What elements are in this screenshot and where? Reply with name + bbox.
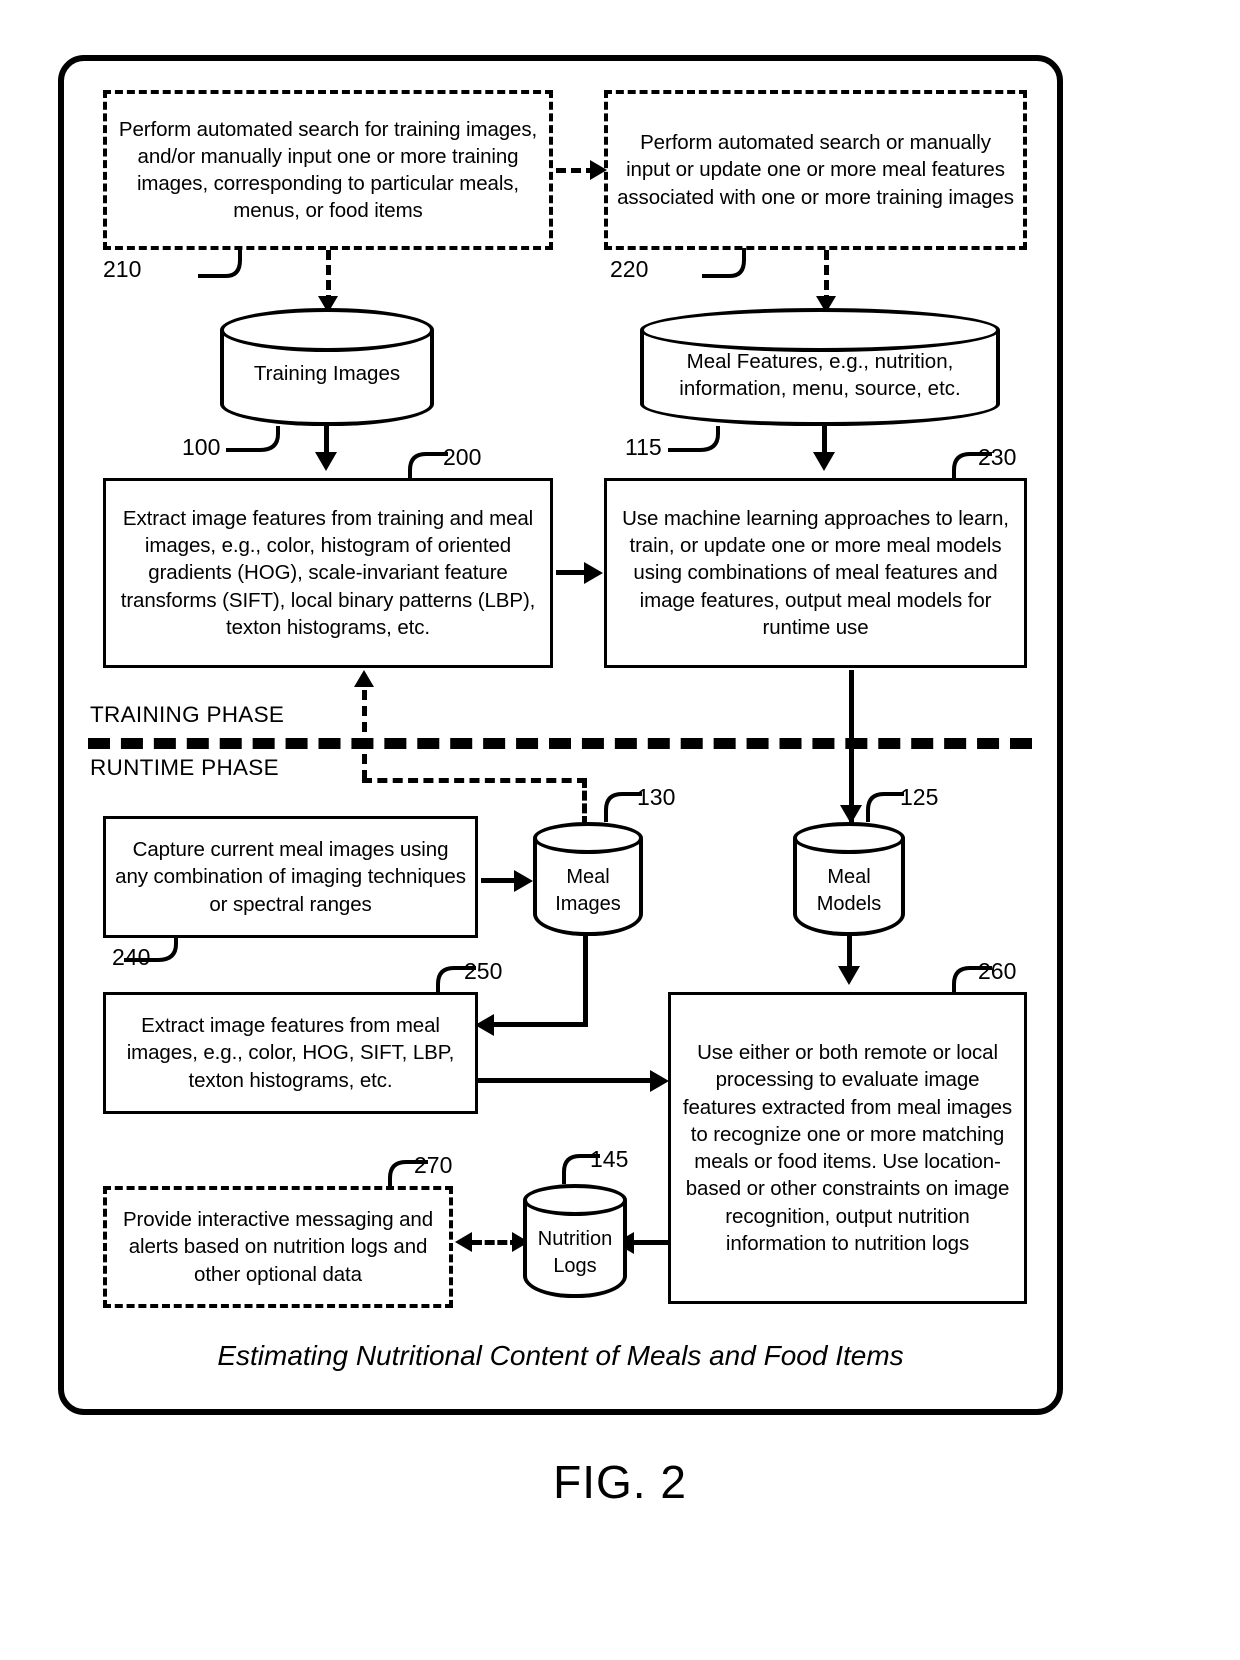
reference-numeral-130: 130 [637,784,676,810]
reference-numeral-220: 220 [610,256,649,282]
process-block-210[interactable]: Perform automated search for training im… [103,90,553,250]
datastore-meal-features-label: Meal Features, e.g., nutrition, informat… [679,350,961,401]
process-block-200-text: Extract image features from training and… [120,506,536,639]
arrowhead-meal-models-to-260 [838,966,860,985]
process-block-220[interactable]: Perform automated search or manually inp… [604,90,1027,250]
leader-line-210 [198,248,242,278]
arrowhead-training-images-to-200 [315,452,337,471]
training-phase-label: TRAINING PHASE [90,702,285,727]
process-block-220-text: Perform automated search or manually inp… [617,131,1014,209]
process-block-270[interactable]: Provide interactive messaging and alerts… [103,1186,453,1308]
datastore-meal-images-label: Meal Images [555,866,621,915]
reference-numeral-250: 250 [464,958,503,984]
datastore-meal-images[interactable]: Meal Images [533,822,643,940]
process-block-230[interactable]: Use machine learning approaches to learn… [604,478,1027,668]
connector-250-to-260 [478,1078,661,1083]
runtime-phase-label: RUNTIME PHASE [90,755,279,780]
process-block-270-text: Provide interactive messaging and alerts… [122,1208,434,1286]
process-block-250-text: Extract image features from meal images,… [126,1014,455,1092]
arrowhead-to-270 [455,1232,472,1252]
connector-meal-images-to-250-horizontal [492,1022,588,1027]
datastore-nutrition-logs[interactable]: Nutrition Logs [523,1184,627,1302]
reference-numeral-260: 260 [978,958,1017,984]
process-block-240-text: Capture current meal images using any co… [115,838,466,916]
process-block-260-text: Use either or both remote or local proce… [682,1041,1013,1255]
datastore-meal-features[interactable]: Meal Features, e.g., nutrition, informat… [640,308,1000,428]
cylinder-top-ellipse [220,308,434,352]
feedback-meal-images-horizontal [362,778,587,783]
arrowhead-meal-features-to-230 [813,452,835,471]
datastore-training-images-label: Training Images [253,362,401,385]
reference-numeral-270: 270 [414,1152,453,1178]
leader-line-220 [702,248,746,278]
process-block-200[interactable]: Extract image features from training and… [103,478,553,668]
reference-numeral-125: 125 [900,784,939,810]
leader-line-100 [226,426,280,452]
reference-numeral-200: 200 [443,444,482,470]
reference-numeral-210: 210 [103,256,142,282]
figure-number-label: FIG. 2 [553,1456,687,1508]
feedback-meal-images-vertical-upper [362,690,367,780]
cylinder-top-ellipse [523,1184,627,1216]
cylinder-top-ellipse [793,822,905,854]
connector-meal-images-to-250-vertical [583,932,588,1026]
cylinder-top-ellipse [533,822,643,854]
arrowhead-250-to-260 [650,1070,669,1092]
process-block-210-text: Perform automated search for training im… [118,117,538,223]
process-block-230-text: Use machine learning approaches to learn… [622,506,1009,639]
process-block-260[interactable]: Use either or both remote or local proce… [668,992,1027,1304]
reference-numeral-240: 240 [112,944,151,970]
feedback-meal-images-vertical-lower [582,778,587,826]
reference-numeral-115: 115 [625,434,662,460]
process-block-250[interactable]: Extract image features from meal images,… [103,992,478,1114]
arrowhead-200-to-230 [584,562,603,584]
datastore-meal-models-label: Meal Models [816,866,882,915]
arrowhead-feedback-to-200 [354,670,374,687]
reference-numeral-230: 230 [978,444,1017,470]
arrowhead-210-to-220 [590,160,607,180]
connector-230-to-meal-models [849,670,854,825]
datastore-nutrition-logs-label: Nutrition Logs [537,1228,613,1277]
figure-caption: Estimating Nutritional Content of Meals … [217,1340,904,1371]
datastore-meal-models[interactable]: Meal Models [793,822,905,940]
training-runtime-phase-divider [88,738,1032,749]
datastore-training-images[interactable]: Training Images [220,308,434,428]
reference-numeral-100: 100 [182,434,221,460]
leader-line-115 [668,426,720,452]
process-block-240[interactable]: Capture current meal images using any co… [103,816,478,938]
arrowhead-240-to-meal-images [514,870,533,892]
cylinder-top-ellipse [640,308,1000,352]
reference-numeral-145: 145 [590,1146,629,1172]
